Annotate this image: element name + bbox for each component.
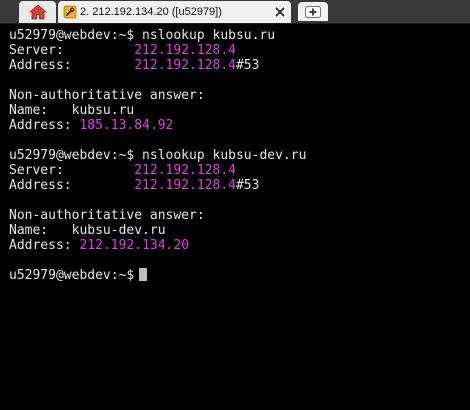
terminal-line: Address: 212.192.128.4#53 — [9, 178, 260, 193]
tab-bar: 2. 212.192.134.20 ([u52979]) — [0, 0, 470, 24]
terminal-prompt[interactable]: u52979@webdev:~$ — [9, 268, 306, 283]
close-icon[interactable] — [273, 5, 287, 19]
home-icon — [28, 4, 47, 20]
wrench-icon — [63, 5, 77, 19]
terminal-line: Server: 212.192.128.4 — [9, 163, 236, 178]
terminal-line: Address: 212.192.128.4#53 — [9, 58, 260, 73]
terminal-line: Name: kubsu.ru — [9, 103, 135, 118]
home-tab[interactable] — [19, 1, 56, 23]
terminal-line: Server: 212.192.128.4 — [9, 43, 236, 58]
terminal-line: u52979@webdev:~$ nslookup kubsu-dev.ru — [9, 148, 307, 163]
terminal-line: Address: 212.192.134.20 — [9, 238, 190, 253]
text-cursor — [139, 268, 148, 281]
tab-title: 2. 212.192.134.20 ([u52979]) — [80, 6, 222, 18]
terminal-output[interactable]: u52979@webdev:~$ nslookup kubsu.ru Serve… — [0, 24, 470, 410]
terminal-line: u52979@webdev:~$ nslookup kubsu.ru — [9, 28, 276, 43]
new-tab-button[interactable] — [298, 2, 328, 21]
terminal-line: Address: 185.13.84.92 — [9, 118, 174, 133]
terminal-line: Non-authoritative answer: — [9, 208, 205, 223]
tab-session[interactable]: 2. 212.192.134.20 ([u52979]) — [58, 1, 291, 23]
plus-icon — [305, 5, 321, 18]
terminal-line: Non-authoritative answer: — [9, 88, 205, 103]
terminal-line: Name: kubsu-dev.ru — [9, 223, 166, 238]
